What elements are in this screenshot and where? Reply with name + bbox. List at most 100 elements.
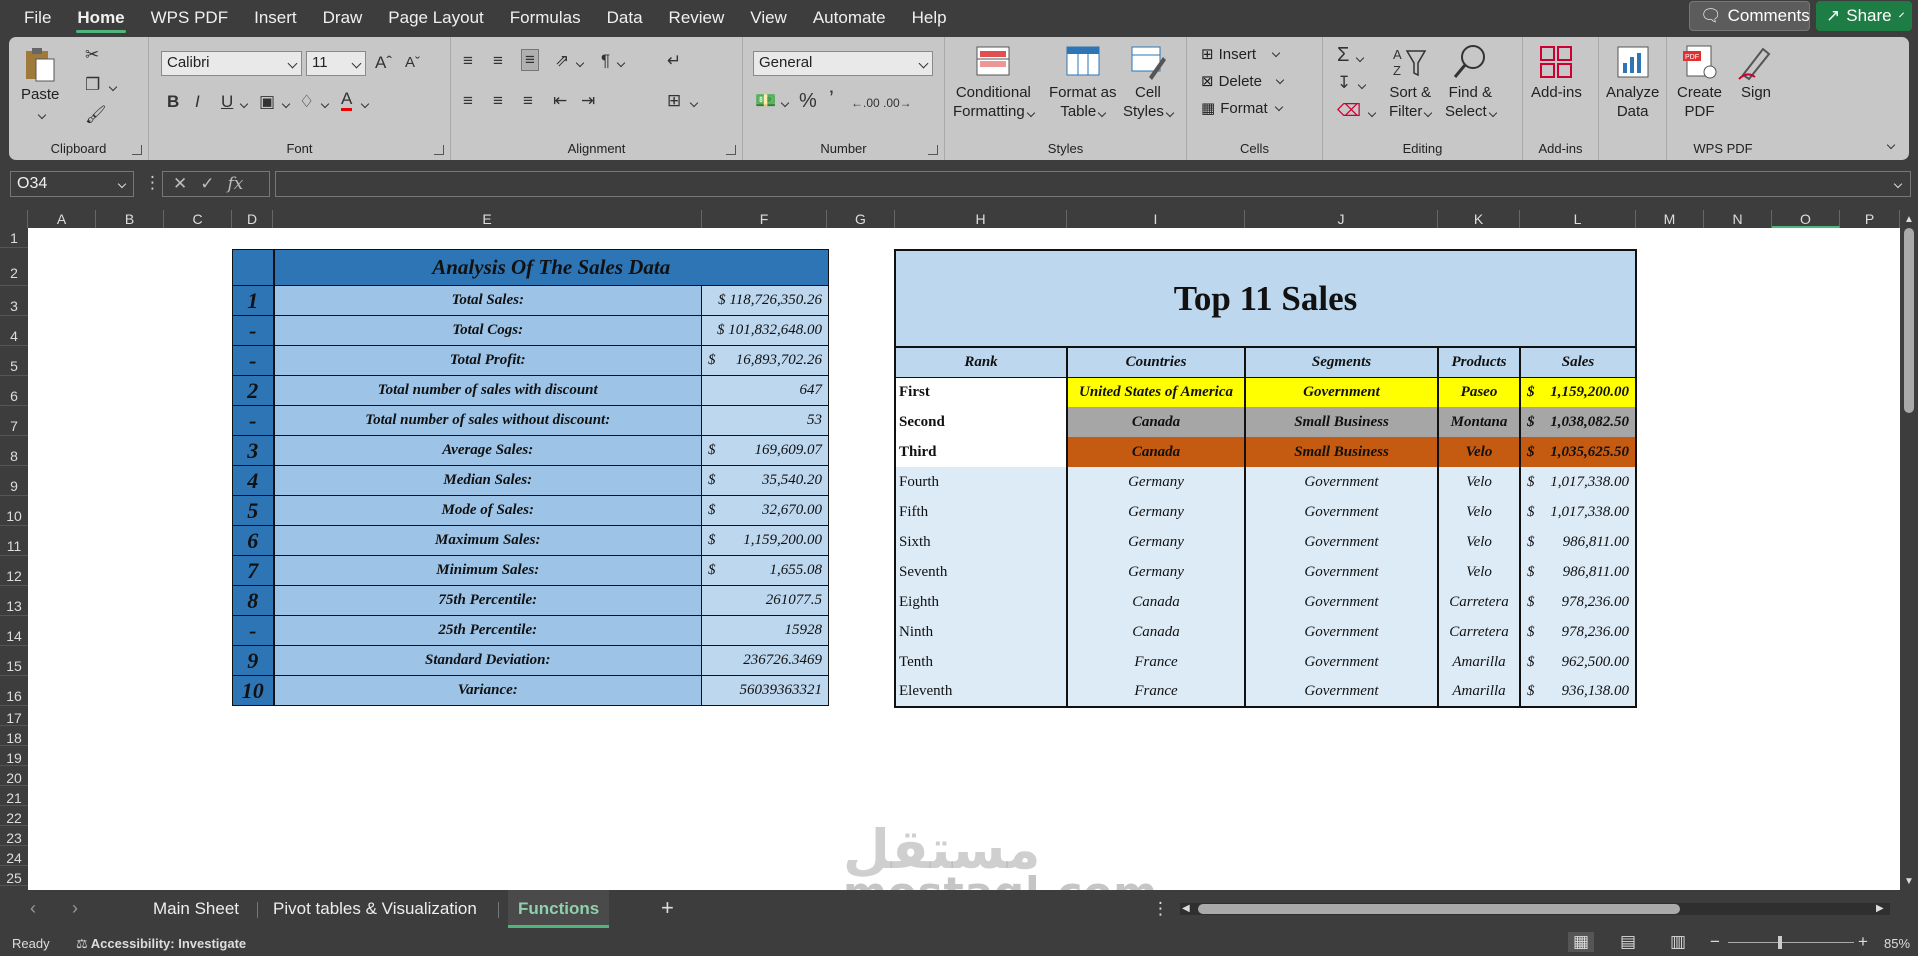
orientation-icon[interactable]: ⇗ [555,51,585,71]
header-rank[interactable]: Rank [894,346,1068,378]
segment-cell[interactable]: Government [1244,377,1439,407]
scroll-up-icon[interactable]: ▲ [1904,210,1914,230]
segment-cell[interactable]: Government [1244,647,1439,677]
tab-pivot-tables[interactable]: Pivot tables & Visualization [273,890,477,928]
menu-wps-pdf[interactable]: WPS PDF [138,0,241,36]
product-cell[interactable]: Carretera [1437,617,1521,647]
analysis-label-cell[interactable]: Maximum Sales: [273,525,702,556]
analysis-label-cell[interactable]: 75th Percentile: [273,585,702,616]
row-header[interactable]: 9 [0,466,28,496]
sales-cell[interactable]: $962,500.00 [1519,647,1637,677]
row-header[interactable]: 20 [0,766,28,786]
format-cells-button[interactable]: ▦ Format [1201,99,1283,117]
normal-view-icon[interactable]: ▦ [1568,932,1595,952]
analysis-label-cell[interactable]: Total number of sales with discount [273,375,702,406]
row-header[interactable]: 2 [0,248,28,286]
share-button[interactable]: ↗ Share [1816,1,1912,31]
align-top-icon[interactable]: ≡ [463,51,473,71]
analysis-index-cell[interactable]: - [232,345,275,376]
analysis-index-cell[interactable]: 10 [232,675,275,706]
shrink-font-icon[interactable]: Aˇ [405,53,420,73]
clear-icon[interactable]: ⌫ [1337,101,1377,121]
analysis-value-cell[interactable]: $1,655.08 [701,555,829,586]
formula-input[interactable] [275,171,1911,197]
row-header[interactable]: 17 [0,706,28,726]
cell-styles-button[interactable]: Cell Styles [1123,43,1175,121]
header-sales[interactable]: Sales [1519,346,1637,378]
align-left-icon[interactable]: ≡ [463,91,473,111]
analysis-label-cell[interactable]: Total number of sales without discount: [273,405,702,436]
rank-cell[interactable]: Sixth [894,527,1068,557]
analysis-label-cell[interactable]: Variance: [273,675,702,706]
enter-icon[interactable]: ✓ [200,174,214,194]
grow-font-icon[interactable]: Aˆ [375,53,392,73]
column-header[interactable]: N [1704,210,1772,228]
row-header[interactable]: 19 [0,746,28,766]
tab-options-icon[interactable]: ⋮ [1152,899,1169,919]
column-header[interactable]: P [1840,210,1900,228]
rank-cell[interactable]: Third [894,437,1068,467]
more-icon[interactable]: ⋮ [144,173,161,193]
worksheet-grid[interactable]: Analysis Of The Sales Data 1 Total Sales:… [28,228,1900,890]
row-header[interactable]: 6 [0,376,28,406]
analysis-value-cell[interactable]: 647 [701,375,829,406]
product-cell[interactable]: Velo [1437,437,1521,467]
row-header[interactable]: 22 [0,806,28,826]
zoom-level[interactable]: 85% [1884,936,1910,951]
rank-cell[interactable]: Eleventh [894,677,1068,708]
analysis-label-cell[interactable]: Total Cogs: [273,315,702,346]
rank-cell[interactable]: First [894,377,1068,407]
analysis-value-cell[interactable]: 261077.5 [701,585,829,616]
menu-help[interactable]: Help [899,0,960,36]
find-select-button[interactable]: Find & Select [1445,43,1497,121]
menu-page-layout[interactable]: Page Layout [375,0,496,36]
menu-review[interactable]: Review [656,0,738,36]
row-header[interactable]: 11 [0,526,28,556]
zoom-slider-thumb[interactable] [1778,936,1782,949]
column-header[interactable]: I [1067,210,1245,228]
analysis-index-cell[interactable]: - [232,405,275,436]
menu-data[interactable]: Data [594,0,656,36]
rank-cell[interactable]: Second [894,407,1068,437]
menu-formulas[interactable]: Formulas [497,0,594,36]
autosum-icon[interactable]: Σ [1337,45,1365,65]
sales-cell[interactable]: $1,017,338.00 [1519,497,1637,527]
tab-functions[interactable]: Functions [508,890,610,928]
analysis-value-cell[interactable]: 53 [701,405,829,436]
analysis-index-cell[interactable]: 2 [232,375,275,406]
header-segments[interactable]: Segments [1244,346,1439,378]
analysis-value-cell[interactable]: $32,670.00 [701,495,829,526]
analysis-title[interactable]: Analysis Of The Sales Data [273,249,829,286]
segment-cell[interactable]: Government [1244,557,1439,587]
analysis-value-cell[interactable]: 15928 [701,615,829,646]
font-size-select[interactable]: 11 [306,51,366,76]
country-cell[interactable]: Germany [1066,557,1246,587]
scroll-down-icon[interactable]: ▼ [1904,872,1914,892]
analysis-index-cell[interactable]: 4 [232,465,275,496]
column-header[interactable]: B [96,210,164,228]
rank-cell[interactable]: Fourth [894,467,1068,497]
segment-cell[interactable]: Small Business [1244,407,1439,437]
paragraph-icon[interactable]: ¶ [601,51,626,71]
font-color-icon[interactable]: A [341,90,353,111]
format-as-table-button[interactable]: Format as Table [1049,43,1117,121]
country-cell[interactable]: Canada [1066,437,1246,467]
rank-cell[interactable]: Seventh [894,557,1068,587]
menu-view[interactable]: View [737,0,800,36]
analysis-index-cell[interactable]: 7 [232,555,275,586]
analysis-value-cell[interactable]: 236726.3469 [701,645,829,676]
country-cell[interactable]: Germany [1066,497,1246,527]
italic-icon[interactable]: I [195,92,200,112]
borders-icon[interactable]: ▣ [259,92,291,112]
column-header[interactable]: H [895,210,1067,228]
header-products[interactable]: Products [1437,346,1521,378]
addins-button[interactable]: Add-ins [1531,43,1582,102]
cut-icon[interactable]: ✂ [85,45,99,65]
sales-cell[interactable]: $978,236.00 [1519,617,1637,647]
rank-cell[interactable]: Eighth [894,587,1068,617]
column-header[interactable]: L [1520,210,1636,228]
product-cell[interactable]: Amarilla [1437,647,1521,677]
analysis-label-cell[interactable]: Average Sales: [273,435,702,466]
row-header[interactable]: 16 [0,676,28,706]
row-header[interactable]: 10 [0,496,28,526]
